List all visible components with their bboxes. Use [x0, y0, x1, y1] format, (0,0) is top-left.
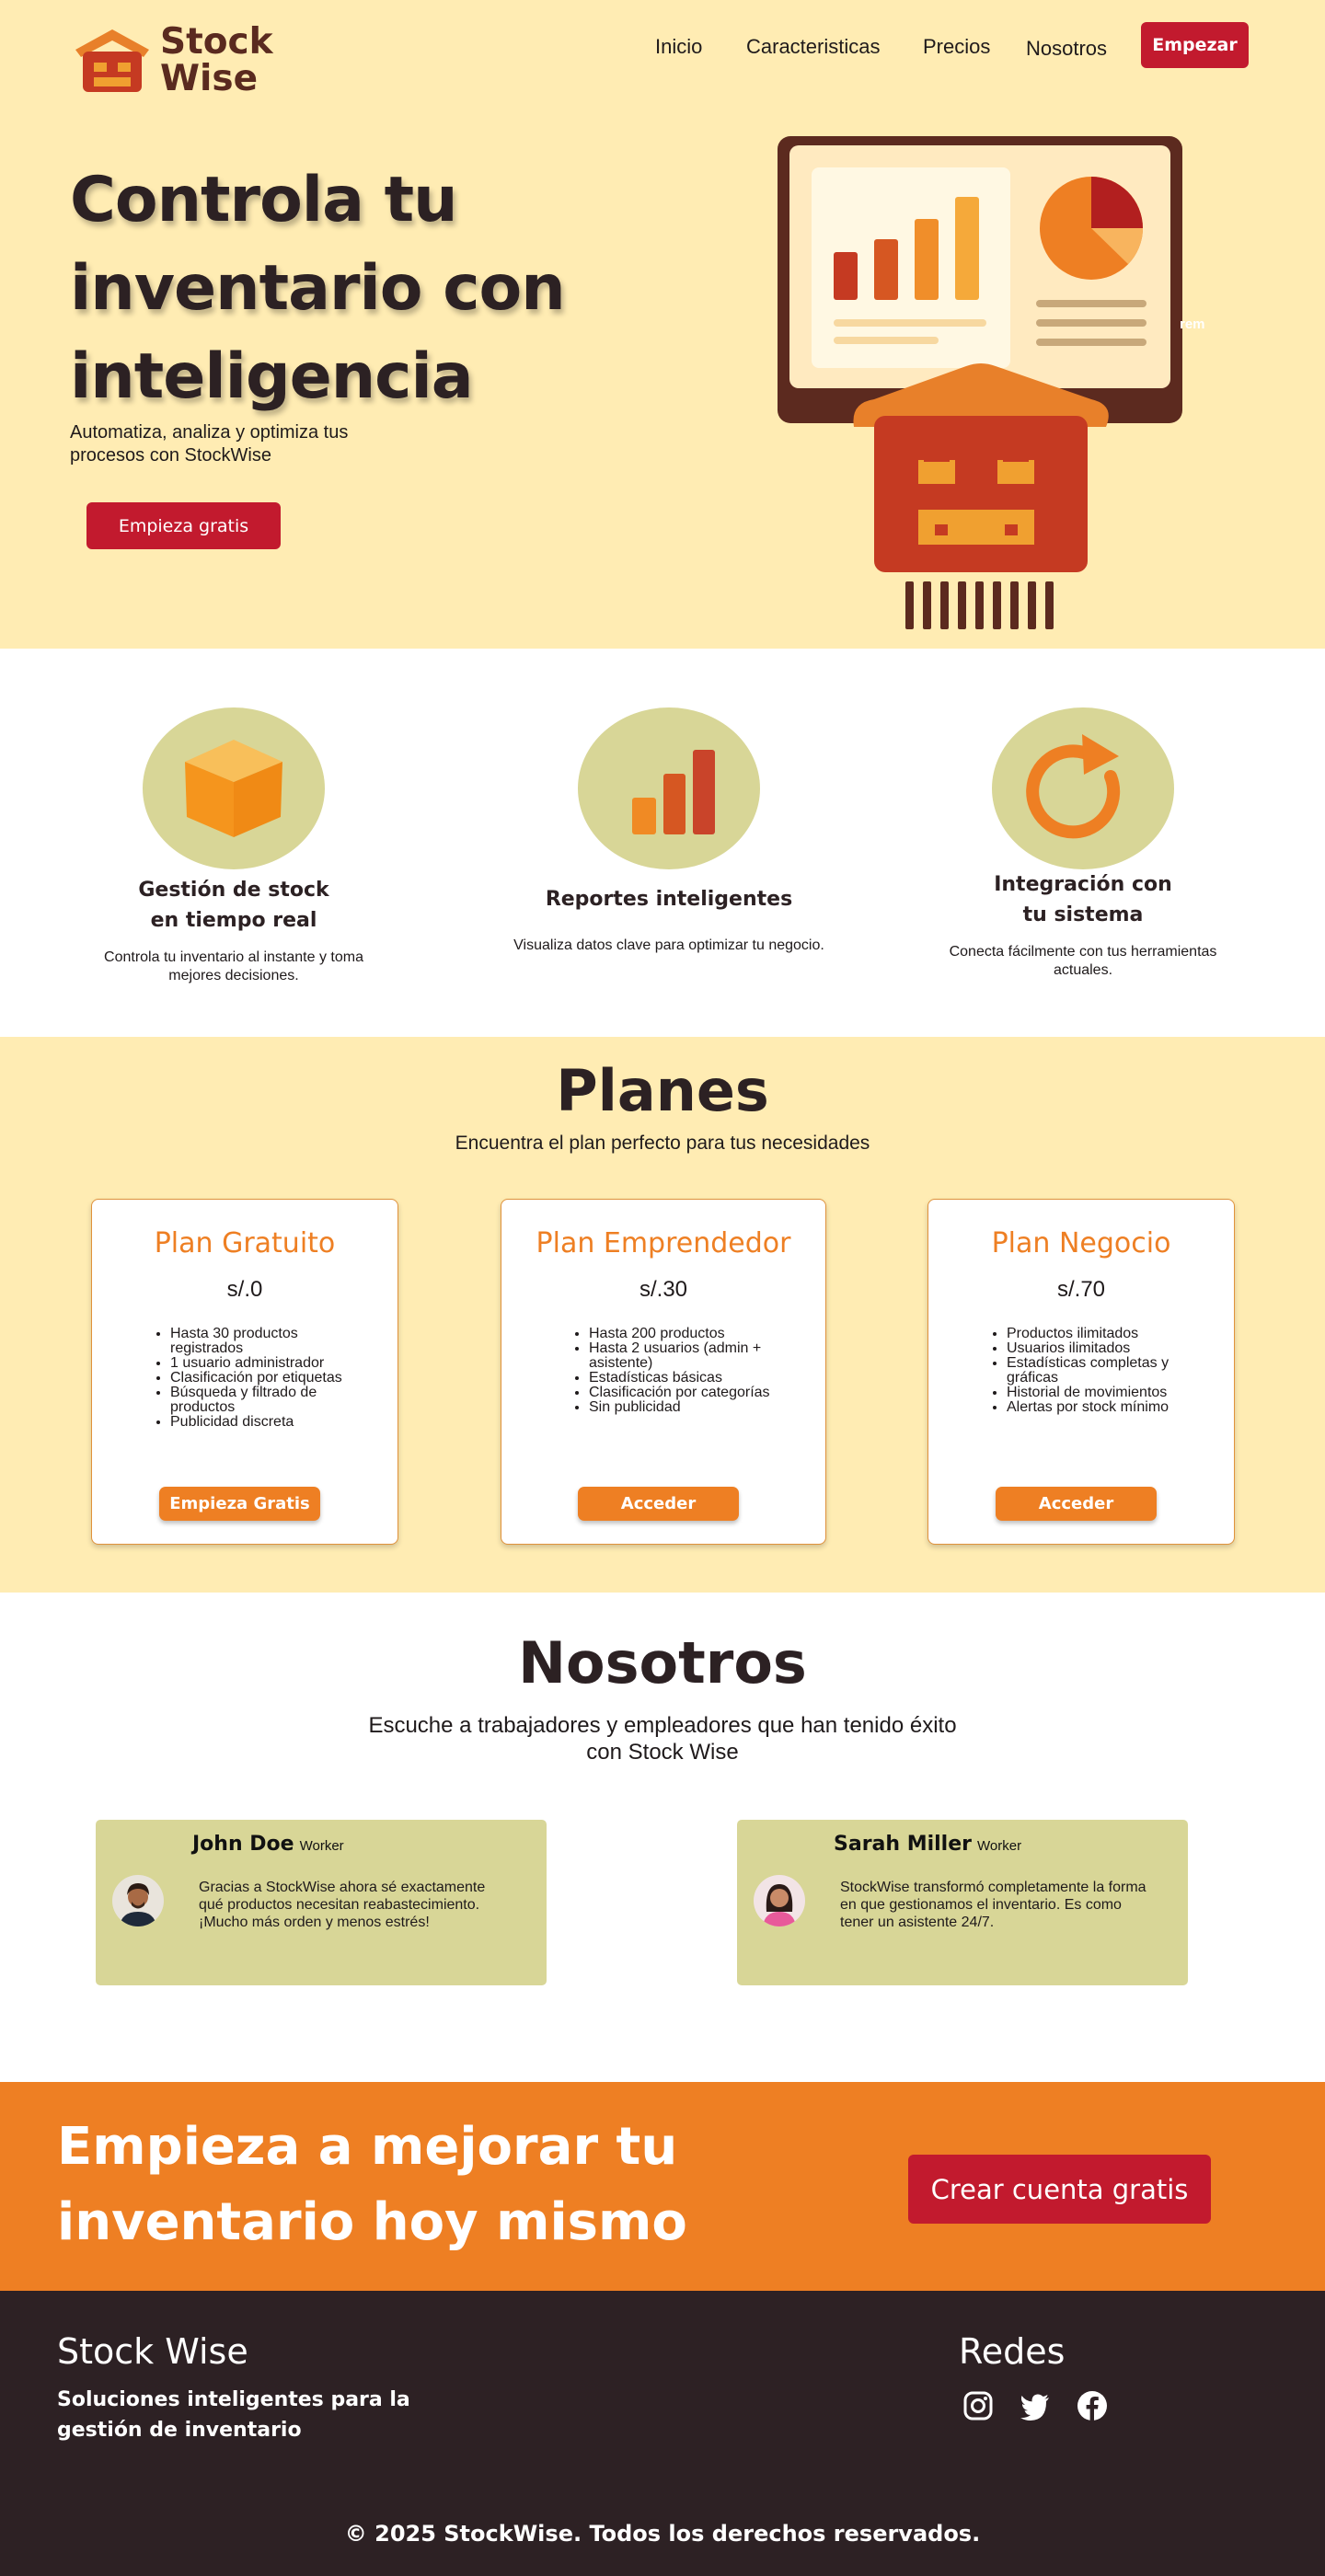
- plan-card-negocio: Plan Negocio s/.70 Productos ilimitados …: [928, 1199, 1235, 1545]
- nav-link-precios[interactable]: Precios: [923, 35, 990, 59]
- plan-price: s/.70: [1056, 1277, 1106, 1302]
- plan-features-list: Productos ilimitados Usuarios ilimitados…: [1007, 1327, 1200, 1415]
- brand-logo[interactable]: Stock Wise: [70, 24, 273, 98]
- copyright-text: © 2025 StockWise. Todos los derechos res…: [344, 2521, 981, 2547]
- feature-title: Integración con tu sistema: [994, 873, 1172, 926]
- about-subtitle: Escuche a trabajadores y empleadores que…: [368, 1713, 957, 1765]
- plan-feature-item: 1 usuario administrador: [170, 1356, 363, 1371]
- avatar: [754, 1875, 805, 1926]
- plan-price: s/.30: [639, 1277, 688, 1302]
- nav-link-caracteristicas[interactable]: Caracteristicas: [746, 35, 880, 59]
- plan-feature-item: Historial de movimientos: [1007, 1386, 1200, 1400]
- cta-title: Empieza a mejorar tu inventario hoy mism…: [57, 2117, 687, 2252]
- about-section: Nosotros Escuche a trabajadores y emplea…: [0, 1593, 1325, 2082]
- plan-feature-item: Hasta 2 usuarios (admin + asistente): [589, 1341, 782, 1371]
- plan-features-list: Hasta 200 productos Hasta 2 usuarios (ad…: [589, 1327, 782, 1415]
- about-title: Nosotros: [518, 1629, 807, 1696]
- testimonial-text: StockWise transformó completamente la fo…: [840, 1880, 1146, 1930]
- plan-price: s/.0: [226, 1277, 263, 1302]
- refresh-icon: [1026, 734, 1121, 839]
- feature-description: Controla tu inventario al instante y tom…: [104, 949, 363, 983]
- warehouse-logo-icon: [75, 29, 149, 92]
- cta-section: Empieza a mejorar tu inventario hoy mism…: [0, 2082, 1325, 2291]
- plan-name: Plan Emprendedor: [536, 1227, 791, 1259]
- twitter-icon[interactable]: [1020, 2390, 1051, 2421]
- plan-name: Plan Gratuito: [154, 1227, 336, 1259]
- plan-feature-item: Hasta 200 productos: [589, 1327, 782, 1341]
- feature-card-reportes: Reportes inteligentes Visualiza datos cl…: [513, 707, 825, 955]
- box-icon: [185, 740, 282, 837]
- instagram-icon[interactable]: [962, 2390, 994, 2421]
- testimonial-text: Gracias a StockWise ahora sé exactamente…: [199, 1880, 486, 1930]
- bar-chart-icon: [632, 750, 715, 834]
- plan-feature-item: Productos ilimitados: [1007, 1327, 1200, 1341]
- testimonial-card: Sarah Miller Worker StockWise transformó …: [737, 1820, 1188, 1985]
- plan-feature-item: Estadísticas básicas: [589, 1371, 782, 1386]
- plan-feature-item: Alertas por stock mínimo: [1007, 1400, 1200, 1415]
- hero-title: Controla tu inventario con inteligencia: [70, 164, 566, 413]
- testimonial-card: John Doe Worker Gracias a StockWise ahora…: [96, 1820, 547, 1985]
- nav-link-inicio[interactable]: Inicio: [655, 35, 702, 59]
- plan-negocio-button[interactable]: Acceder: [996, 1487, 1157, 1521]
- plan-gratuito-button[interactable]: Empieza Gratis: [159, 1487, 320, 1521]
- footer-socials-title: Redes: [959, 2331, 1066, 2372]
- footer-tagline: Soluciones inteligentes para la gestión …: [57, 2388, 410, 2442]
- plan-feature-item: Usuarios ilimitados: [1007, 1341, 1200, 1356]
- feature-icon-circle: [992, 707, 1174, 869]
- feature-card-stock: Gestión de stock en tiempo real Controla…: [77, 707, 390, 985]
- plan-card-gratuito: Plan Gratuito s/.0 Hasta 30 productos re…: [91, 1199, 398, 1545]
- plan-feature-item: Búsqueda y filtrado de productos: [170, 1386, 363, 1415]
- avatar: [112, 1875, 164, 1926]
- plan-feature-item: Sin publicidad: [589, 1400, 782, 1415]
- plan-feature-item: Hasta 30 productos registrados: [170, 1327, 363, 1356]
- hero-cta-button[interactable]: Empieza gratis: [86, 502, 281, 549]
- hero-section: Stock Wise Inicio Caracteristicas Precio…: [0, 0, 1325, 649]
- plan-features-list: Hasta 30 productos registrados 1 usuario…: [170, 1327, 363, 1430]
- feature-icon-circle: [143, 707, 325, 869]
- nav-empezar-button[interactable]: Empezar: [1141, 22, 1249, 68]
- plan-feature-item: Clasificación por categorías: [589, 1386, 782, 1400]
- footer-brand: Stock Wise: [57, 2331, 248, 2372]
- hero-overlay-text: rem: [1180, 316, 1205, 332]
- brand-name: Stock Wise: [160, 21, 273, 99]
- plans-section: Planes Encuentra el plan perfecto para t…: [0, 1037, 1325, 1593]
- feature-title: Gestión de stock en tiempo real: [138, 879, 329, 932]
- testimonial-name: Sarah Miller Worker: [834, 1833, 1022, 1856]
- feature-icon-circle: [578, 707, 760, 869]
- testimonial-name: John Doe Worker: [192, 1833, 344, 1856]
- features-section: Gestión de stock en tiempo real Controla…: [0, 649, 1325, 1037]
- plan-emprendedor-button[interactable]: Acceder: [578, 1487, 739, 1521]
- plan-feature-item: Estadísticas completas y gráficas: [1007, 1356, 1200, 1386]
- feature-title: Reportes inteligentes: [545, 888, 793, 911]
- plan-feature-item: Clasificación por etiquetas: [170, 1371, 363, 1386]
- nav-link-nosotros[interactable]: Nosotros: [1026, 37, 1107, 61]
- dashboard-warehouse-illustration: [778, 136, 1182, 629]
- plan-card-emprendedor: Plan Emprendedor s/.30 Hasta 200 product…: [501, 1199, 826, 1545]
- plan-name: Plan Negocio: [991, 1227, 1171, 1259]
- create-account-button[interactable]: Crear cuenta gratis: [908, 2155, 1211, 2224]
- facebook-icon[interactable]: [1077, 2390, 1108, 2421]
- plan-feature-item: Publicidad discreta: [170, 1415, 363, 1430]
- social-links: [962, 2390, 1108, 2421]
- testimonial-role: Worker: [977, 1838, 1022, 1854]
- plans-title: Planes: [556, 1057, 769, 1124]
- hero-subtitle: Automatiza, analiza y optimiza tus proce…: [70, 422, 349, 466]
- feature-card-integracion: Integración con tu sistema Conecta fácil…: [927, 707, 1239, 980]
- footer: Stock Wise Soluciones inteligentes para …: [0, 2291, 1325, 2576]
- feature-description: Conecta fácilmente con tus herramientas …: [949, 944, 1217, 978]
- plans-subtitle: Encuentra el plan perfecto para tus nece…: [455, 1133, 870, 1154]
- feature-description: Visualiza datos clave para optimizar tu …: [513, 937, 824, 953]
- testimonial-role: Worker: [299, 1838, 344, 1854]
